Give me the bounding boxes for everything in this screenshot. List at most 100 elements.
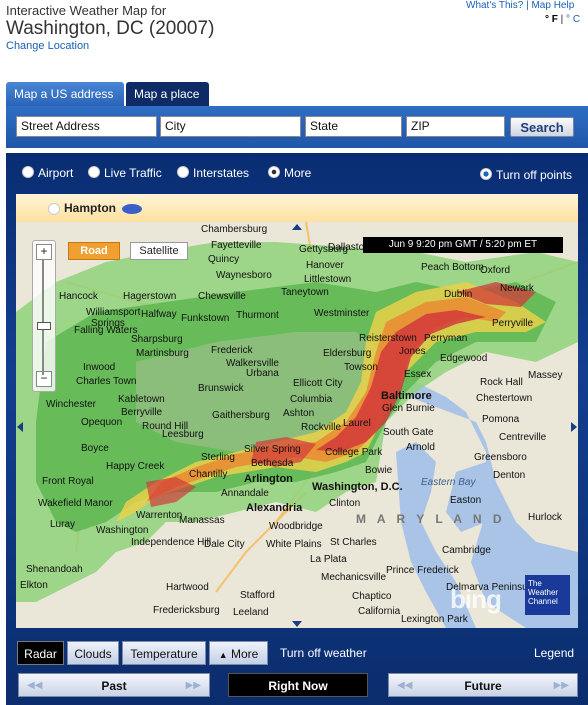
past-button[interactable]: ◀◀ Past ▶▶	[18, 673, 210, 697]
unit-c[interactable]: ° C	[566, 14, 580, 25]
place-label: St Charles	[330, 537, 377, 548]
place-label: Chantilly	[189, 469, 228, 480]
more-weather-button[interactable]: ▲ More	[209, 641, 268, 665]
place-label: Chaptico	[352, 591, 392, 602]
place-label: Kabletown	[118, 394, 165, 405]
place-label: Sharpsburg	[131, 334, 183, 345]
place-label: Littlestown	[304, 274, 352, 285]
radio-selected-icon	[480, 168, 492, 180]
triangle-up-icon: ▲	[218, 650, 228, 660]
forward-icon: ▶▶	[185, 680, 201, 691]
place-label: Sterling	[201, 452, 235, 463]
layer-airport[interactable]: Airport	[22, 166, 73, 180]
hampton-point[interactable]: Hampton	[64, 201, 116, 215]
place-label: White Plains	[266, 539, 322, 550]
zip-input[interactable]: ZIP	[406, 116, 505, 137]
place-label: Lexington Park	[401, 614, 468, 625]
place-label: Centreville	[499, 432, 547, 443]
pan-left-icon[interactable]	[17, 422, 23, 432]
place-label: Westminster	[314, 308, 370, 319]
place-label: Eldersburg	[323, 348, 372, 359]
layer-more[interactable]: More	[268, 166, 311, 180]
dropdown-icon	[268, 166, 280, 178]
water-label: Eastern Bay	[421, 477, 476, 488]
state-label: M A R Y L A N D	[356, 512, 506, 526]
whats-this-link[interactable]: What's This?	[466, 0, 523, 11]
place-label: Bethesda	[251, 458, 294, 469]
zoom-slider-handle[interactable]	[37, 322, 51, 330]
place-label: Rockville	[301, 422, 342, 433]
zoom-in-button[interactable]: +	[36, 244, 52, 260]
place-label: Thurmont	[236, 310, 279, 321]
turn-off-weather-link[interactable]: Turn off weather	[280, 646, 367, 660]
turn-off-points[interactable]: Turn off points	[480, 168, 572, 182]
place-label: Stafford	[240, 590, 275, 601]
place-label-major: Baltimore	[381, 390, 432, 402]
map-timestamp: Jun 9 9:20 pm GMT / 5:20 pm ET	[363, 237, 563, 253]
place-label: Berryville	[121, 407, 163, 418]
place-label: Gaithersburg	[212, 410, 270, 421]
bing-logo: bing	[450, 584, 502, 614]
future-button[interactable]: ◀◀ Future ▶▶	[388, 673, 578, 697]
place-label: South Gate	[383, 427, 434, 438]
header-title: Interactive Weather Map for	[6, 3, 167, 18]
city-input[interactable]: City	[160, 116, 301, 137]
place-label: Martinsburg	[136, 348, 189, 359]
place-label: Easton	[450, 495, 482, 506]
legend-link[interactable]: Legend	[534, 646, 574, 660]
place-label: Newark	[500, 283, 534, 294]
place-label: Pomona	[482, 414, 520, 425]
tab-map-place[interactable]: Map a place	[126, 82, 209, 106]
change-location-link[interactable]: Change Location	[6, 40, 89, 52]
place-label: Luray	[50, 519, 76, 530]
place-label: Cambridge	[442, 545, 491, 556]
top-links: What's This? | Map Help	[466, 0, 575, 11]
temperature-button[interactable]: Temperature	[122, 641, 206, 665]
place-label: Washington	[96, 525, 149, 536]
place-label: Clinton	[329, 498, 361, 509]
pan-right-icon[interactable]	[571, 422, 577, 432]
place-label: Quincy	[208, 254, 240, 265]
place-label: Opequon	[81, 417, 123, 428]
pan-down-icon[interactable]	[292, 621, 302, 627]
state-input[interactable]: State	[305, 116, 402, 137]
place-label: Front Royal	[42, 476, 94, 487]
place-label: Hartwood	[166, 582, 209, 593]
weather-map[interactable]: Chambersburg Fayetteville Quincy Waynesb…	[16, 222, 578, 628]
layer-live-traffic[interactable]: Live Traffic	[88, 166, 162, 180]
pan-up-icon[interactable]	[292, 224, 302, 230]
street-address-input[interactable]: Street Address	[16, 116, 157, 137]
clouds-button[interactable]: Clouds	[67, 641, 119, 665]
radio-icon	[22, 166, 34, 178]
place-label: Hancock	[59, 291, 98, 302]
map-help-link[interactable]: Map Help	[531, 0, 574, 11]
place-label: Inwood	[83, 362, 116, 373]
place-label: Shenandoah	[26, 564, 83, 575]
satellite-view-button[interactable]: Satellite	[130, 242, 188, 260]
place-label: Reisterstown	[359, 333, 417, 344]
place-label: Urbana	[246, 368, 279, 379]
search-button[interactable]: Search	[510, 117, 574, 137]
radar-button[interactable]: Radar	[17, 641, 64, 665]
place-label: Glen Burnie	[382, 403, 435, 414]
tab-map-address[interactable]: Map a US address	[6, 82, 124, 106]
place-label: College Park	[325, 447, 383, 458]
road-view-button[interactable]: Road	[68, 242, 120, 260]
place-label: Columbia	[290, 394, 333, 405]
zoom-out-button[interactable]: −	[36, 371, 52, 387]
location-title: Washington, DC (20007)	[6, 18, 215, 39]
place-label: Elkton	[20, 580, 48, 591]
hampton-radio-icon[interactable]	[48, 203, 60, 215]
layer-interstates[interactable]: Interstates	[177, 166, 249, 180]
place-label: Dublin	[444, 289, 473, 300]
place-label: Hanover	[306, 260, 344, 271]
right-now-button[interactable]: Right Now	[228, 673, 368, 697]
radio-icon	[88, 166, 100, 178]
forward-icon: ▶▶	[553, 680, 569, 691]
place-label: Manassas	[179, 515, 225, 526]
unit-f[interactable]: ° F	[545, 14, 558, 25]
place-label: Halfway	[141, 309, 177, 320]
place-label: Ellicott City	[293, 378, 343, 389]
place-label: Independence Hill	[131, 537, 212, 548]
place-label: Leesburg	[162, 429, 204, 440]
